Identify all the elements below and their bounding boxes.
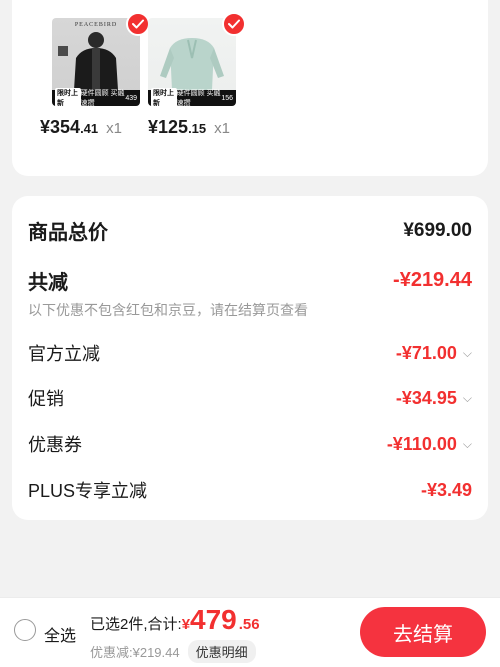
product-quantity: x1 <box>106 120 122 137</box>
discount-line-coupon[interactable]: 优惠券 -¥110.00 ⌵ <box>28 431 472 457</box>
discount-detail-button[interactable]: 优惠明细 <box>187 640 256 663</box>
total-price-label: 商品总价 <box>28 222 108 244</box>
product-item[interactable]: PEACEBIRD 限时上新 硬件圆顾 买融速攒 439 <box>52 12 150 106</box>
discount-line-label: PLUS专享立减 <box>28 481 148 501</box>
product-quantity: x1 <box>214 120 230 137</box>
select-all-radio[interactable] <box>14 619 36 641</box>
total-reduction-value: -¥219.44 <box>393 269 472 291</box>
check-icon <box>228 19 240 29</box>
total-reduction-row: 共减 -¥219.44 <box>28 266 472 295</box>
discount-line-label: 官方立减 <box>28 344 100 364</box>
discount-line-promotion[interactable]: 促销 -¥34.95 ⌵ <box>28 385 472 411</box>
chevron-down-icon[interactable]: ⌵ <box>463 346 472 361</box>
product-badge: 限时上新 硬件圆顾 买融速攒 439 <box>52 88 140 106</box>
discount-line-plus: PLUS专享立减 -¥3.49 <box>28 477 472 503</box>
product-thumbnail[interactable]: PEACEBIRD 限时上新 硬件圆顾 买融速攒 439 <box>52 18 140 106</box>
discount-line-official[interactable]: 官方立减 -¥71.00 ⌵ <box>28 340 472 366</box>
price-summary-card: 商品总价 ¥699.00 共减 -¥219.44 以下优惠不包含红包和京豆，请在… <box>12 196 488 520</box>
order-total: 已选2件,合计: ¥ 479 .56 <box>90 604 260 635</box>
discount-note: 以下优惠不包含红包和京豆，请在结算页查看 <box>28 302 308 318</box>
discount-line-value: -¥34.95 ⌵ <box>395 387 472 408</box>
chevron-down-icon[interactable]: ⌵ <box>463 437 472 452</box>
product-item[interactable]: 限时上新 硬件圆顾 买融速攒 156 <box>148 12 246 106</box>
chevron-down-icon[interactable]: ⌵ <box>463 391 472 406</box>
total-price-row: 商品总价 ¥699.00 <box>28 216 472 245</box>
check-icon <box>132 19 144 29</box>
total-price-value: ¥699.00 <box>403 219 472 241</box>
discount-line-value: -¥3.49 <box>420 479 472 500</box>
product-price: ¥ 354 .41 x1 <box>40 117 122 137</box>
total-reduction-label: 共减 <box>28 272 68 294</box>
discount-line-label: 优惠券 <box>28 435 82 455</box>
product-thumbnail[interactable]: 限时上新 硬件圆顾 买融速攒 156 <box>148 18 236 106</box>
product-badge: 限时上新 硬件圆顾 买融速攒 156 <box>148 88 236 106</box>
checkout-button[interactable]: 去结算 <box>360 607 486 657</box>
selected-products-card: PEACEBIRD 限时上新 硬件圆顾 买融速攒 439 ¥ 354 .41 x… <box>12 0 488 176</box>
discount-line-label: 促销 <box>28 389 64 409</box>
select-all-label[interactable]: 全选 <box>44 622 76 646</box>
product-price: ¥ 125 .15 x1 <box>148 117 230 137</box>
selected-check-icon[interactable] <box>222 12 246 36</box>
order-discount: 优惠减:¥219.44 优惠明细 <box>90 640 256 663</box>
selected-check-icon[interactable] <box>126 12 150 36</box>
discount-line-value: -¥110.00 ⌵ <box>386 433 472 454</box>
discount-line-value: -¥71.00 ⌵ <box>395 342 472 363</box>
checkout-bar: 全选 已选2件,合计: ¥ 479 .56 优惠减:¥219.44 优惠明细 去… <box>0 597 500 667</box>
